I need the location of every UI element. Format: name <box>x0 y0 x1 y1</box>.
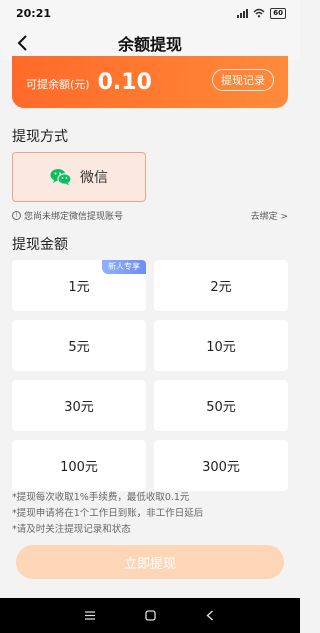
chevron-left-icon <box>17 35 27 51</box>
bind-notice-row: ! 您尚未绑定微信提现账号 去绑定 > <box>12 207 288 223</box>
withdraw-now-button[interactable]: 立即提现 <box>16 545 284 579</box>
amount-option-30[interactable]: 30元 <box>12 380 146 431</box>
status-icons: 60 <box>237 7 286 19</box>
menu-icon[interactable] <box>80 606 100 626</box>
amount-label: 10元 <box>206 340 236 355</box>
amount-option-50[interactable]: 50元 <box>154 380 288 431</box>
amount-grid: 1元 新人专享 2元 5元 10元 30元 50元 100元 300元 <box>12 260 288 491</box>
amount-option-2[interactable]: 2元 <box>154 260 288 311</box>
amount-option-100[interactable]: 100元 <box>12 440 146 491</box>
home-icon[interactable] <box>140 606 160 626</box>
page-title: 余额提现 <box>117 35 182 54</box>
signal-icon <box>237 8 249 18</box>
amount-option-300[interactable]: 300元 <box>154 440 288 491</box>
amount-label: 100元 <box>60 460 98 475</box>
withdraw-notes: *提现每次收取1%手续费，最低收取0.1元 *提现申请将在1个工作日到账，非工作… <box>12 490 288 538</box>
amount-label: 300元 <box>202 460 240 475</box>
balance-label: 可提余额(元) <box>26 77 90 91</box>
bind-account-link[interactable]: 去绑定 > <box>251 209 288 222</box>
nav-header: 余额提现 <box>0 26 300 60</box>
status-time: 20:21 <box>16 6 52 20</box>
note-line: *请及时关注提现记录和状态 <box>12 524 131 535</box>
amount-label: 1元 <box>68 280 90 295</box>
amount-label: 50元 <box>206 400 236 415</box>
battery-icon: 60 <box>270 7 286 19</box>
balance-card: 可提余额(元) 0.10 提现记录 <box>12 56 288 108</box>
back-nav-icon[interactable] <box>200 606 220 626</box>
bind-notice-text: 您尚未绑定微信提现账号 <box>24 211 124 222</box>
status-bar: 20:21 60 <box>0 0 300 26</box>
amount-label: 30元 <box>64 400 94 415</box>
new-user-badge: 新人专享 <box>102 260 146 274</box>
note-line: *提现每次收取1%手续费，最低收取0.1元 <box>12 492 190 503</box>
amount-label: 5元 <box>68 340 90 355</box>
amount-option-10[interactable]: 10元 <box>154 320 288 371</box>
amount-section-title: 提现金额 <box>12 237 68 253</box>
method-section-title: 提现方式 <box>12 129 68 145</box>
system-nav-bar <box>0 598 300 633</box>
back-button[interactable] <box>12 32 34 54</box>
amount-label: 2元 <box>210 280 232 295</box>
amount-option-1[interactable]: 1元 新人专享 <box>12 260 146 311</box>
wifi-icon <box>253 8 265 18</box>
amount-option-5[interactable]: 5元 <box>12 320 146 371</box>
withdraw-history-button[interactable]: 提现记录 <box>212 69 274 91</box>
wechat-icon <box>50 169 72 186</box>
method-label: 微信 <box>80 170 108 186</box>
note-line: *提现申请将在1个工作日到账，非工作日延后 <box>12 508 204 519</box>
wechat-method-option[interactable]: 微信 <box>12 152 146 202</box>
info-icon: ! <box>12 210 21 220</box>
balance-value: 0.10 <box>97 69 152 95</box>
bind-notice: ! 您尚未绑定微信提现账号 <box>12 209 123 222</box>
